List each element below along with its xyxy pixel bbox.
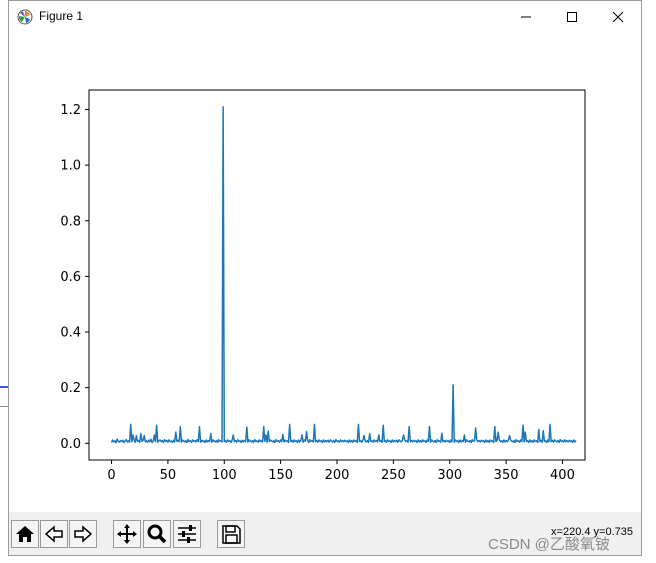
x-tick-label: 200 [325, 468, 350, 483]
back-button[interactable] [40, 520, 68, 548]
figure-window: Figure 1 0 50 100 150 200 250 300 350 400 0.0 0.2 0… [8, 0, 642, 556]
y-tick-label: 0.6 [60, 270, 81, 285]
axes-frame [88, 89, 586, 461]
home-button[interactable] [11, 520, 39, 548]
arrow-left-icon [44, 525, 63, 543]
x-tick-label: 400 [550, 468, 575, 483]
y-tick-label: 0.4 [60, 326, 81, 341]
y-tick-label: 0.0 [60, 437, 81, 452]
x-tick-label: 50 [160, 468, 177, 483]
save-button[interactable] [217, 520, 245, 548]
floppy-disk-icon [222, 525, 241, 544]
window-title: Figure 1 [39, 9, 84, 23]
x-tick-label: 100 [212, 468, 237, 483]
sliders-icon [178, 525, 196, 543]
move-icon [117, 524, 137, 544]
csdn-watermark: CSDN @乙酸氧铍 [488, 536, 610, 553]
series-line [110, 105, 577, 444]
figure-canvas[interactable]: 0 50 100 150 200 250 300 350 400 0.0 0.2 0.4 0.6 0.8 1… [9, 32, 641, 512]
y-tick-label: 1.2 [60, 103, 81, 118]
x-tick-label: 250 [381, 468, 406, 483]
pan-button[interactable] [113, 520, 141, 548]
desktop-background-right [642, 0, 656, 563]
y-tick-label: 1.0 [60, 159, 81, 174]
minimize-button[interactable] [503, 1, 549, 32]
y-tick-label: 0.2 [60, 381, 81, 396]
arrow-right-icon [74, 525, 93, 543]
matplotlib-logo-icon [17, 9, 33, 25]
line-chart: 0 50 100 150 200 250 300 350 400 0.0 0.2 0.4 0.6 0.8 1… [60, 89, 586, 483]
close-icon [612, 11, 624, 22]
close-button[interactable] [595, 1, 641, 32]
home-icon [16, 526, 34, 542]
x-tick-label: 300 [437, 468, 462, 483]
minimize-icon [521, 16, 531, 17]
configure-subplots-button[interactable] [173, 520, 201, 548]
maximize-icon [567, 11, 577, 22]
y-tick-label: 0.8 [60, 214, 81, 229]
magnifier-icon [147, 524, 167, 544]
forward-button[interactable] [69, 520, 97, 548]
maximize-button[interactable] [549, 1, 595, 32]
x-tick-label: 150 [268, 468, 293, 483]
x-tick-label: 350 [494, 468, 519, 483]
zoom-button[interactable] [143, 520, 171, 548]
title-bar[interactable]: Figure 1 [9, 1, 641, 32]
x-tick-label: 0 [107, 468, 115, 483]
